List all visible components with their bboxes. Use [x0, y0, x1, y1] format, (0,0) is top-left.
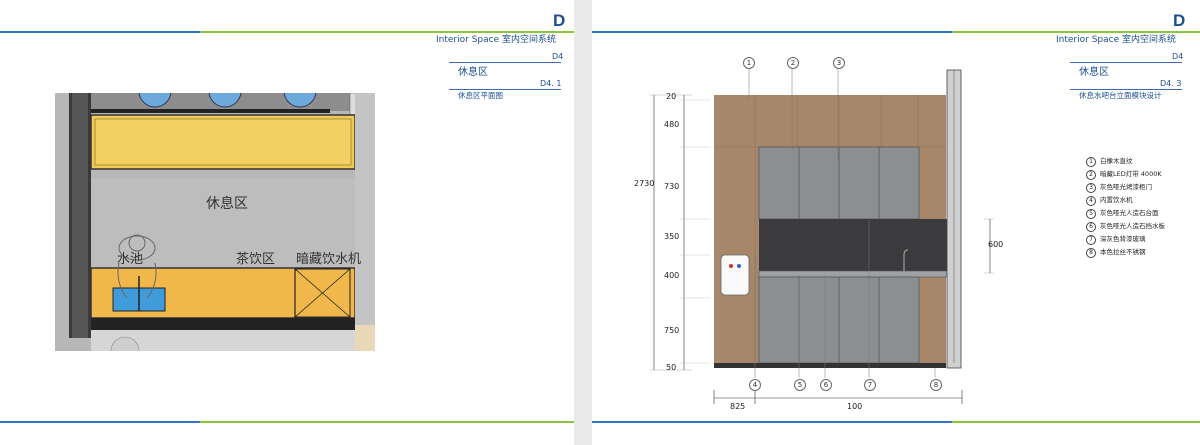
section-letter: D [553, 11, 566, 30]
header-subtitle: Interior Space 室内空间系统 [436, 35, 556, 45]
legend-item: 5 灰色哑光人造石台面 [1086, 207, 1159, 219]
floor-plan [55, 93, 375, 351]
dim-50: 50 [666, 363, 677, 372]
top-rule-blue [0, 31, 200, 33]
callout-1: 1 [743, 57, 755, 69]
left-page: D Interior Space 室内空间系统 D4 休息区 D4. 1 休息区… [0, 0, 574, 445]
dim-400: 400 [664, 271, 680, 280]
dim-total-height: 2730 [634, 179, 655, 188]
legend-item: 4 内置饮水机 [1086, 194, 1133, 206]
callout-6: 6 [820, 379, 832, 391]
bottom-rule-green [952, 421, 1200, 423]
dim-825: 825 [730, 402, 746, 411]
sink-label: 水池 [117, 252, 144, 267]
dim-730: 730 [664, 182, 680, 191]
section-code: D4 [552, 52, 564, 61]
right-page: D Interior Space 室内空间系统 D4 休息区 D4. 3 休息水… [592, 0, 1200, 445]
dim-20: 20 [666, 92, 677, 101]
callout-2: 2 [787, 57, 799, 69]
legend-item: 6 灰色哑光人造石挡水板 [1086, 220, 1165, 232]
dim-750: 750 [664, 326, 680, 335]
callout-8: 8 [930, 379, 942, 391]
zone-rest-label: 休息区 [206, 196, 248, 212]
dim-350: 350 [664, 232, 680, 241]
dim-600: 600 [988, 240, 1004, 249]
water-dispenser-label: 暗藏饮水机 [296, 252, 362, 267]
tea-area-label: 茶饮区 [236, 252, 276, 267]
legend-item: 8 本色拉丝不锈钢 [1086, 246, 1146, 258]
dim-480: 480 [664, 120, 680, 129]
legend-item: 2 暗藏LED灯带 4000K [1086, 168, 1162, 180]
drawing-code: D4. 1 [540, 79, 562, 88]
callout-5: 5 [794, 379, 806, 391]
legend-item: 1 白橡木直纹 [1086, 155, 1133, 167]
bottom-rule-green [200, 421, 574, 423]
legend-item: 7 深灰色背漆玻璃 [1086, 233, 1146, 245]
callout-3: 3 [833, 57, 845, 69]
callout-4: 4 [749, 379, 761, 391]
dim-100: 100 [847, 402, 863, 411]
legend-item: 3 灰色哑光烤漆柜门 [1086, 181, 1152, 193]
drawing-title: 休息区平面图 [458, 91, 503, 100]
bottom-rule-blue [0, 421, 200, 423]
callout-7: 7 [864, 379, 876, 391]
bottom-rule-blue [592, 421, 952, 423]
section-label: 休息区 [458, 67, 488, 78]
